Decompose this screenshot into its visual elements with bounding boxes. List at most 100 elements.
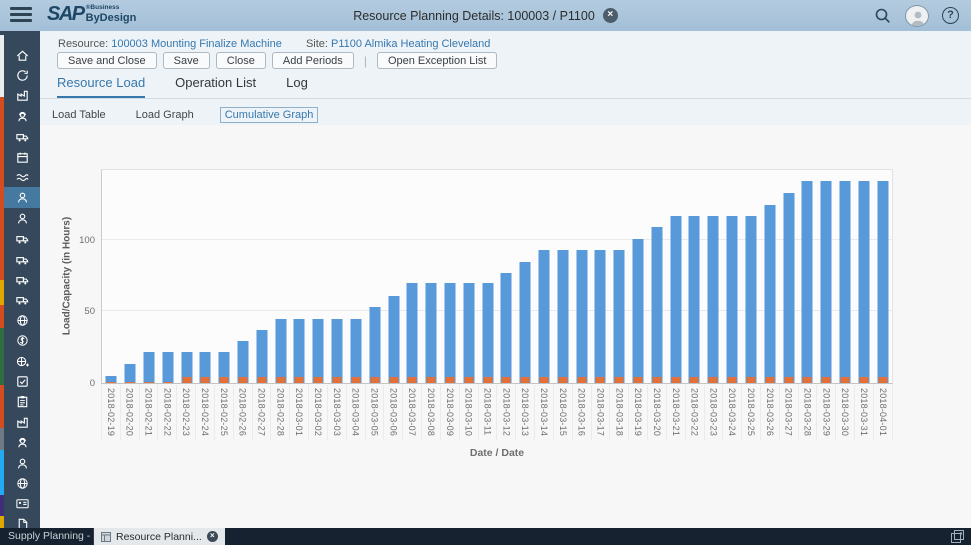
search-icon[interactable] — [874, 7, 892, 25]
sidebar-item-truck[interactable] — [4, 249, 40, 270]
help-icon[interactable]: ? — [942, 7, 959, 24]
bar-capacity — [370, 377, 379, 383]
window-icon — [101, 532, 111, 542]
tab-operation-list[interactable]: Operation List — [175, 75, 256, 98]
bar-cumulative-load — [745, 216, 756, 383]
bar-cumulative-load — [256, 330, 267, 383]
subtab-load-table[interactable]: Load Table — [48, 108, 110, 122]
tab-log[interactable]: Log — [286, 75, 308, 98]
site-link[interactable]: P1100 Almika Heating Cleveland — [331, 38, 490, 50]
bar-capacity — [408, 377, 417, 383]
x-tick-label: 2018-03-08 — [422, 385, 441, 441]
add-periods-button[interactable]: Add Periods — [272, 52, 354, 69]
sidebar-item-globe[interactable] — [4, 310, 40, 331]
sidebar-item-person[interactable] — [4, 453, 40, 474]
x-tick-label: 2018-03-19 — [629, 385, 648, 441]
sidebar-item-factory[interactable] — [4, 85, 40, 106]
bar-cumulative-load — [839, 181, 850, 383]
sidebar-item-truck[interactable] — [4, 289, 40, 310]
person-icon — [15, 211, 30, 226]
bar-capacity — [540, 377, 549, 383]
action-toolbar: Save and Close Save Close Add Periods | … — [57, 52, 497, 69]
bar-capacity — [822, 377, 831, 383]
bar-cumulative-load — [821, 181, 832, 383]
sidebar-item-globe-plus[interactable] — [4, 351, 40, 372]
x-tick-label: 2018-02-26 — [234, 385, 253, 441]
x-tick-label: 2018-02-24 — [196, 385, 215, 441]
truck-icon — [15, 231, 30, 246]
clipboard-icon — [15, 394, 30, 409]
person-icon — [15, 456, 30, 471]
open-exception-list-button[interactable]: Open Exception List — [377, 52, 497, 69]
bar-cumulative-load — [520, 262, 531, 383]
sidebar-item-truck[interactable] — [4, 228, 40, 249]
save-button[interactable]: Save — [163, 52, 210, 69]
bar-capacity — [840, 377, 849, 383]
chart-plot — [101, 169, 893, 384]
x-tick-label: 2018-03-04 — [347, 385, 366, 441]
bar-cumulative-load — [802, 181, 813, 383]
bar-cumulative-load — [651, 227, 662, 383]
top-header: SAP ®Business ByDesign Resource Planning… — [0, 0, 971, 31]
bar-cumulative-load — [539, 250, 550, 383]
bar-cumulative-load — [125, 364, 136, 383]
sidebar-item-history[interactable] — [4, 65, 40, 86]
hamburger-menu-icon[interactable] — [10, 7, 32, 24]
avatar[interactable] — [905, 5, 929, 27]
bar-capacity — [464, 377, 473, 383]
subtab-load-graph[interactable]: Load Graph — [132, 108, 198, 122]
sidebar-item-person[interactable] — [4, 187, 40, 208]
bar-capacity — [746, 377, 755, 383]
sidebar-item-globe[interactable] — [4, 473, 40, 494]
y-tick-label: 50 — [40, 306, 95, 317]
bar-capacity — [389, 377, 398, 383]
close-view-icon[interactable]: × — [603, 8, 618, 23]
sidebar-item-agent[interactable] — [4, 432, 40, 453]
x-tick-label: 2018-03-23 — [705, 385, 724, 441]
sap-logo-text: SAP — [47, 3, 84, 26]
tab-divider — [40, 98, 971, 99]
logo-bydesign-text: ByDesign — [86, 13, 137, 24]
sidebar-item-checkbox[interactable] — [4, 371, 40, 392]
bar-capacity — [314, 377, 323, 383]
save-and-close-button[interactable]: Save and Close — [57, 52, 157, 69]
x-tick-label: 2018-04-01 — [874, 385, 893, 441]
bar-capacity — [107, 382, 116, 383]
sidebar-item-money[interactable] — [4, 330, 40, 351]
tab-resource-load[interactable]: Resource Load — [57, 75, 145, 98]
x-tick-label: 2018-02-27 — [253, 385, 272, 441]
resource-link[interactable]: 100003 Mounting Finalize Machine — [111, 38, 282, 50]
taskbar-tab-resource-planning[interactable]: Resource Planni... × — [94, 528, 225, 545]
globe-plus-icon — [15, 354, 30, 369]
subtab-cumulative-graph[interactable]: Cumulative Graph — [220, 107, 319, 123]
x-tick-label: 2018-03-12 — [497, 385, 516, 441]
x-tick-label: 2018-03-16 — [573, 385, 592, 441]
sidebar-item-person[interactable] — [4, 208, 40, 229]
close-button[interactable]: Close — [216, 52, 266, 69]
bar-cumulative-load — [576, 250, 587, 383]
window-stack-icon[interactable] — [951, 530, 964, 545]
sidebar-item-factory[interactable] — [4, 412, 40, 433]
globe-icon — [15, 476, 30, 491]
sidebar-item-clipboard[interactable] — [4, 391, 40, 412]
bar-capacity — [445, 377, 454, 383]
x-tick-label: 2018-03-13 — [516, 385, 535, 441]
bar-cumulative-load — [614, 250, 625, 383]
taskbar-item-supply-planning[interactable]: Supply Planning - Reso... — [0, 528, 94, 545]
bar-capacity — [634, 377, 643, 383]
page-title: Resource Planning Details: 100003 / P110… — [353, 9, 595, 23]
sidebar-item-truck[interactable] — [4, 126, 40, 147]
sidebar-item-waves[interactable] — [4, 167, 40, 188]
sidebar-item-idcard[interactable] — [4, 493, 40, 514]
bar-cumulative-load — [407, 283, 418, 383]
bar-cumulative-load — [764, 205, 775, 383]
sidebar-item-agent[interactable] — [4, 106, 40, 127]
money-icon — [15, 333, 30, 348]
taskbar-tab-close-icon[interactable]: × — [207, 531, 218, 542]
sidebar-item-home[interactable] — [4, 45, 40, 66]
sidebar-item-machine-calendar[interactable] — [4, 147, 40, 168]
sidebar-item-truck[interactable] — [4, 269, 40, 290]
bar-capacity — [709, 377, 718, 383]
bar-capacity — [596, 377, 605, 383]
x-tick-label: 2018-03-09 — [441, 385, 460, 441]
